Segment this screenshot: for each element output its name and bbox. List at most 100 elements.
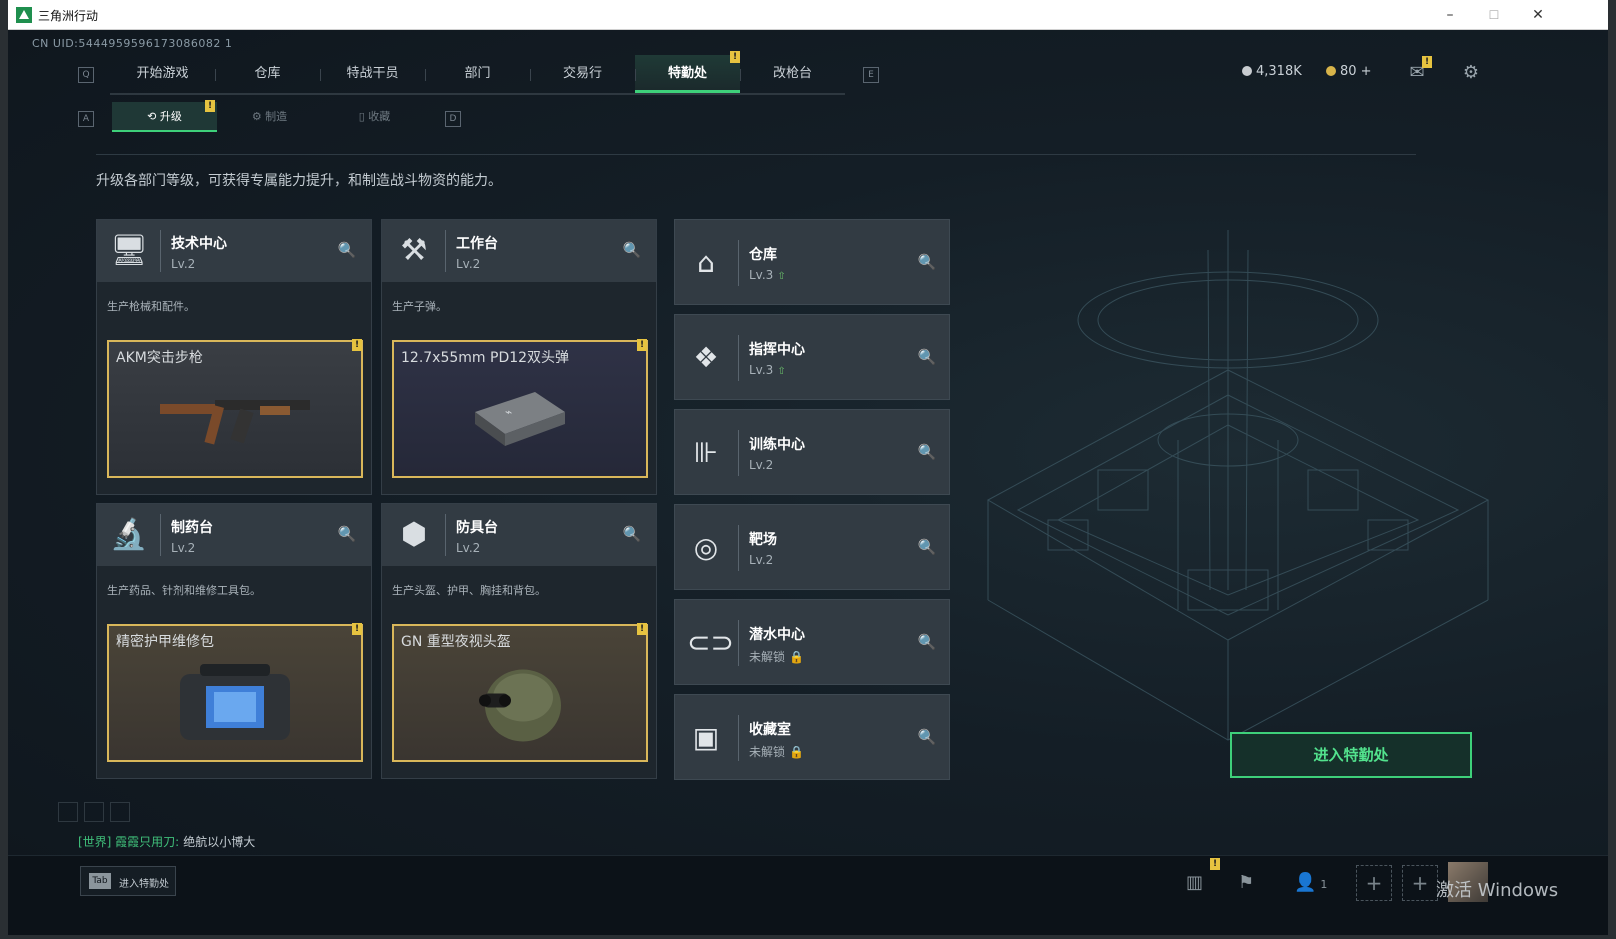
product-slot[interactable]: GN 重型夜视头盔 ! — [392, 623, 648, 762]
facility-item-shooting-range[interactable]: ◎ 靶场 Lv.2 🔍 — [674, 504, 950, 590]
facility-name: 训练中心 — [749, 437, 805, 453]
search-icon[interactable]: 🔍 — [917, 727, 937, 747]
facility-item-warehouse[interactable]: ⌂ 仓库 Lv.3 ⇧ 🔍 — [674, 219, 950, 305]
microscope-icon: 🔬 — [110, 517, 148, 552]
maximize-button[interactable]: ☐ — [1474, 4, 1514, 26]
add-party-slot-button[interactable]: + — [1356, 865, 1392, 901]
divider — [738, 525, 739, 571]
product-alert-badge: ! — [352, 339, 362, 351]
search-icon[interactable]: 🔍 — [917, 632, 937, 652]
tab-trade[interactable]: 交易行 — [530, 55, 635, 93]
facility-card-pharmacy[interactable]: 🔬 制药台 Lv.2 🔍 生产药品、针剂和维修工具包。 精密护甲维修包 ! — [96, 503, 372, 779]
chat-line[interactable]: [世界] 霞霞只用刀: 绝航以小博大 — [78, 833, 255, 850]
product-name: 12.7x55mm PD12双头弹 — [401, 350, 570, 366]
subnav-next-hint[interactable]: D — [445, 111, 461, 127]
subtab-upgrade[interactable]: ⟲ 升级 — [112, 102, 217, 132]
facility-level: Lv.3 ⇧ — [749, 363, 786, 377]
gold-currency[interactable]: 80 + — [1326, 64, 1372, 79]
tab-shortcut-hint[interactable]: Tab 进入特勤处 — [80, 866, 176, 896]
sub-nav: ⟲ 升级 ⚙ 制造 ▯ 收藏 — [112, 102, 427, 132]
divider — [738, 240, 739, 286]
close-button[interactable]: ✕ — [1518, 4, 1558, 26]
collection-icon: ▯ — [358, 110, 369, 123]
subnav-prev-hint[interactable]: A — [78, 111, 94, 127]
diving-mask-icon: ⊂⊃ — [687, 626, 734, 659]
subtab-craft[interactable]: ⚙ 制造 — [217, 102, 322, 132]
facility-card-workbench[interactable]: ⚒ 工作台 Lv.2 🔍 生产子弹。 12.7x55mm PD12双头弹 ! ⌁ — [381, 219, 657, 495]
tab-warehouse[interactable]: 仓库 — [215, 55, 320, 93]
enter-special-ops-button[interactable]: 进入特勤处 — [1230, 732, 1472, 778]
tab-operators[interactable]: 特战干员 — [320, 55, 425, 93]
chat-tab[interactable] — [84, 802, 104, 822]
facility-level: Lv.3 ⇧ — [749, 268, 786, 282]
product-alert-badge: ! — [352, 623, 362, 635]
search-icon[interactable]: 🔍 — [337, 240, 357, 260]
facility-description: 生产子弹。 — [392, 300, 447, 313]
search-icon[interactable]: 🔍 — [917, 347, 937, 367]
silver-coin-icon — [1242, 66, 1252, 76]
upgrade-arrow-icon: ⇧ — [777, 366, 786, 377]
facility-level: 未解锁 🔒 — [749, 743, 804, 760]
windows-activation-watermark: 激活 Windows — [1436, 880, 1559, 901]
product-name: AKM突击步枪 — [116, 350, 203, 366]
facility-item-diving-center[interactable]: ⊂⊃ 潜水中心 未解锁 🔒 🔍 — [674, 599, 950, 685]
add-party-slot-button[interactable]: + — [1402, 865, 1438, 901]
product-slot[interactable]: 12.7x55mm PD12双头弹 ! ⌁ — [392, 339, 648, 478]
card-header: ⚒ 工作台 Lv.2 🔍 — [382, 220, 656, 282]
search-icon[interactable]: 🔍 — [622, 524, 642, 544]
app-window: 三角洲行动 – ☐ ✕ CN UID:5444959596173086082 1… — [8, 0, 1608, 935]
search-icon[interactable]: 🔍 — [622, 240, 642, 260]
title-bar: 三角洲行动 – ☐ ✕ — [8, 0, 1608, 30]
friends-icon[interactable]: 👤 1 — [1294, 872, 1327, 893]
base-schematic-illustration — [986, 230, 1490, 741]
facility-name: 仓库 — [749, 247, 777, 263]
flag-icon[interactable]: ⚑ — [1238, 872, 1254, 893]
facility-card-armor-bench[interactable]: ⬢ 防具台 Lv.2 🔍 生产头盔、护甲、胸挂和背包。 GN 重型夜视头盔 ! — [381, 503, 657, 779]
card-header: ⬢ 防具台 Lv.2 🔍 — [382, 504, 656, 566]
facility-level: Lv.2 — [171, 257, 196, 271]
tab-gunsmith[interactable]: 改枪台 — [740, 55, 845, 93]
tab-shortcut-label: 进入特勤处 — [119, 879, 169, 890]
nav-next-hint[interactable]: E — [863, 67, 879, 83]
tab-department[interactable]: 部门 — [425, 55, 530, 93]
divider — [738, 335, 739, 381]
chat-channel-sender: [世界] 霞霞只用刀: — [78, 835, 180, 849]
divider — [445, 514, 446, 556]
divider — [96, 154, 1416, 155]
stats-chart-icon[interactable]: ▥ — [1186, 872, 1203, 893]
search-icon[interactable]: 🔍 — [337, 524, 357, 544]
facility-name: 潜水中心 — [749, 627, 805, 643]
facility-name: 靶场 — [749, 532, 777, 548]
product-slot[interactable]: 精密护甲维修包 ! — [107, 623, 363, 762]
divider — [738, 620, 739, 666]
facility-description: 生产枪械和配件。 — [107, 300, 195, 313]
facility-name: 防具台 — [456, 520, 498, 536]
facility-item-collection-room[interactable]: ▣ 收藏室 未解锁 🔒 🔍 — [674, 694, 950, 780]
search-icon[interactable]: 🔍 — [917, 537, 937, 557]
search-icon[interactable]: 🔍 — [917, 442, 937, 462]
chat-tab[interactable] — [110, 802, 130, 822]
bottom-bar: Tab 进入特勤处 ▥ ! ⚑ 👤 1 + + 激活 Windows — [8, 855, 1608, 935]
search-icon[interactable]: 🔍 — [917, 252, 937, 272]
nav-prev-hint[interactable]: Q — [78, 67, 94, 83]
facility-item-command-center[interactable]: ❖ 指挥中心 Lv.3 ⇧ 🔍 — [674, 314, 950, 400]
facility-name: 工作台 — [456, 236, 498, 252]
tab-special-ops[interactable]: 特勤处 — [635, 55, 740, 93]
tab-start-game[interactable]: 开始游戏 — [110, 55, 215, 93]
settings-gear-icon[interactable]: ⚙ — [1460, 62, 1482, 84]
game-screen: CN UID:5444959596173086082 1 Q 开始游戏 仓库 特… — [8, 30, 1608, 935]
product-slot[interactable]: AKM突击步枪 ! — [107, 339, 363, 478]
mail-alert-badge: ! — [1422, 56, 1432, 68]
minimize-button[interactable]: – — [1430, 4, 1470, 26]
subtab-collection[interactable]: ▯ 收藏 — [322, 102, 427, 132]
facility-name: 技术中心 — [171, 236, 227, 252]
chat-channel-tabs[interactable] — [58, 802, 136, 826]
facility-level-value: 未解锁 — [749, 745, 786, 759]
subtab-collection-label: 收藏 — [368, 110, 391, 123]
chat-tab[interactable] — [58, 802, 78, 822]
card-header: 🔬 制药台 Lv.2 🔍 — [97, 504, 371, 566]
facility-item-training-center[interactable]: ⊪ 训练中心 Lv.2 🔍 — [674, 409, 950, 495]
subtab-upgrade-label: 升级 — [159, 110, 182, 123]
facility-level-value: Lv.3 — [749, 268, 774, 282]
facility-card-tech-center[interactable]: 🖥 技术中心 Lv.2 🔍 生产枪械和配件。 AKM突击步枪 ! — [96, 219, 372, 495]
